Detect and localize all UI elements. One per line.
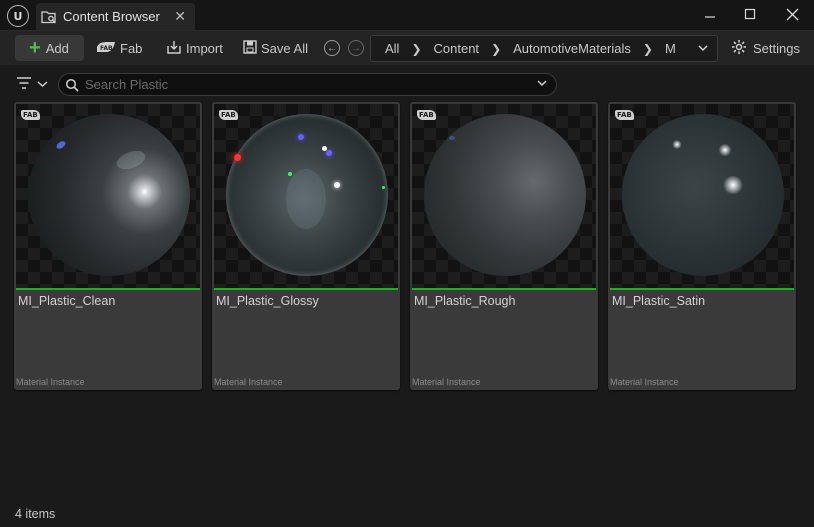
- logo-text: U: [13, 9, 23, 23]
- breadcrumb-item-m[interactable]: M: [665, 41, 676, 56]
- maximize-icon[interactable]: [739, 4, 761, 24]
- asset-name: MI_Plastic_Clean: [18, 294, 116, 308]
- settings-label: Settings: [753, 40, 800, 56]
- breadcrumb: All ❯ Content ❯ AutomotiveMaterials ❯ M: [370, 35, 718, 62]
- tab-label: Content Browser: [63, 9, 160, 24]
- material-sphere-preview: [424, 114, 586, 276]
- plus-icon: +: [29, 37, 41, 59]
- filter-button[interactable]: [16, 76, 48, 93]
- save-icon: [243, 39, 257, 57]
- close-icon[interactable]: ✕: [174, 8, 186, 25]
- save-all-label: Save All: [261, 40, 308, 56]
- settings-button[interactable]: Settings: [731, 35, 800, 61]
- asset-type-color-bar: [214, 288, 398, 290]
- import-icon: [166, 39, 182, 58]
- asset-tile-mi-plastic-rough[interactable]: FAB MI_Plastic_Rough Material Instance: [410, 102, 598, 390]
- breadcrumb-item-all[interactable]: All: [385, 41, 399, 56]
- chevron-right-icon[interactable]: ❯: [491, 42, 501, 56]
- search-input[interactable]: Search Plastic: [58, 73, 557, 96]
- asset-type-color-bar: [16, 288, 200, 290]
- fab-badge: FAB: [219, 110, 238, 120]
- asset-tile-mi-plastic-satin[interactable]: FAB MI_Plastic_Satin Material Instance: [608, 102, 796, 390]
- minimize-icon[interactable]: [699, 4, 721, 24]
- asset-thumbnail: FAB: [16, 104, 200, 288]
- forward-icon[interactable]: →: [348, 40, 364, 56]
- back-icon[interactable]: ←: [324, 40, 340, 56]
- gear-icon: [731, 39, 747, 58]
- material-sphere-preview: [226, 114, 388, 276]
- fab-icon: FAB: [96, 41, 116, 56]
- asset-thumbnail: FAB: [214, 104, 398, 288]
- asset-type: Material Instance: [214, 377, 283, 387]
- search-icon: [65, 78, 79, 92]
- asset-type: Material Instance: [610, 377, 679, 387]
- asset-type-color-bar: [610, 288, 794, 290]
- fab-badge: FAB: [21, 110, 40, 120]
- chevron-down-icon[interactable]: [697, 42, 709, 57]
- chevron-right-icon[interactable]: ❯: [643, 42, 653, 56]
- fab-button[interactable]: FAB Fab: [96, 35, 142, 61]
- tab-content-browser[interactable]: Content Browser ✕: [36, 3, 195, 30]
- asset-thumbnail: FAB: [412, 104, 596, 288]
- asset-thumbnail: FAB: [610, 104, 794, 288]
- asset-grid: FAB MI_Plastic_Clean Material Instance F…: [0, 102, 814, 502]
- content-browser-window: U Content Browser ✕ + Add FAB Fab Import…: [0, 0, 814, 527]
- filter-icon: [16, 76, 32, 93]
- chevron-right-icon[interactable]: ❯: [411, 42, 421, 56]
- folder-search-icon: [41, 9, 57, 25]
- add-button[interactable]: + Add: [15, 35, 84, 61]
- add-label: Add: [45, 40, 69, 56]
- asset-type: Material Instance: [16, 377, 85, 387]
- close-window-icon[interactable]: [781, 4, 803, 24]
- fab-badge: FAB: [417, 110, 436, 120]
- fab-badge: FAB: [615, 110, 634, 120]
- asset-tile-mi-plastic-clean[interactable]: FAB MI_Plastic_Clean Material Instance: [14, 102, 202, 390]
- import-button[interactable]: Import: [166, 35, 223, 61]
- chevron-down-icon[interactable]: [536, 77, 548, 92]
- unreal-logo-icon[interactable]: U: [7, 5, 29, 27]
- fab-label: Fab: [120, 40, 143, 56]
- svg-text:FAB: FAB: [100, 45, 113, 52]
- toolbar: + Add FAB Fab Import Save All ← → All ❯ …: [0, 30, 814, 65]
- search-placeholder: Search Plastic: [85, 77, 169, 92]
- material-sphere-preview: [28, 114, 190, 276]
- save-all-button[interactable]: Save All: [243, 35, 308, 61]
- breadcrumb-item-content[interactable]: Content: [434, 41, 480, 56]
- title-bar: U Content Browser ✕: [0, 0, 814, 30]
- asset-name: MI_Plastic_Satin: [612, 294, 706, 308]
- asset-type: Material Instance: [412, 377, 481, 387]
- import-label: Import: [186, 40, 223, 56]
- asset-name: MI_Plastic_Rough: [414, 294, 516, 308]
- breadcrumb-item-automotive-materials[interactable]: AutomotiveMaterials: [513, 41, 631, 56]
- asset-tile-mi-plastic-glossy[interactable]: FAB MI_Plastic_Glossy Material Instance: [212, 102, 400, 390]
- item-count: 4 items: [15, 507, 56, 521]
- material-sphere-preview: [622, 114, 784, 276]
- asset-type-color-bar: [412, 288, 596, 290]
- chevron-down-icon: [37, 77, 48, 92]
- asset-name: MI_Plastic_Glossy: [216, 294, 319, 308]
